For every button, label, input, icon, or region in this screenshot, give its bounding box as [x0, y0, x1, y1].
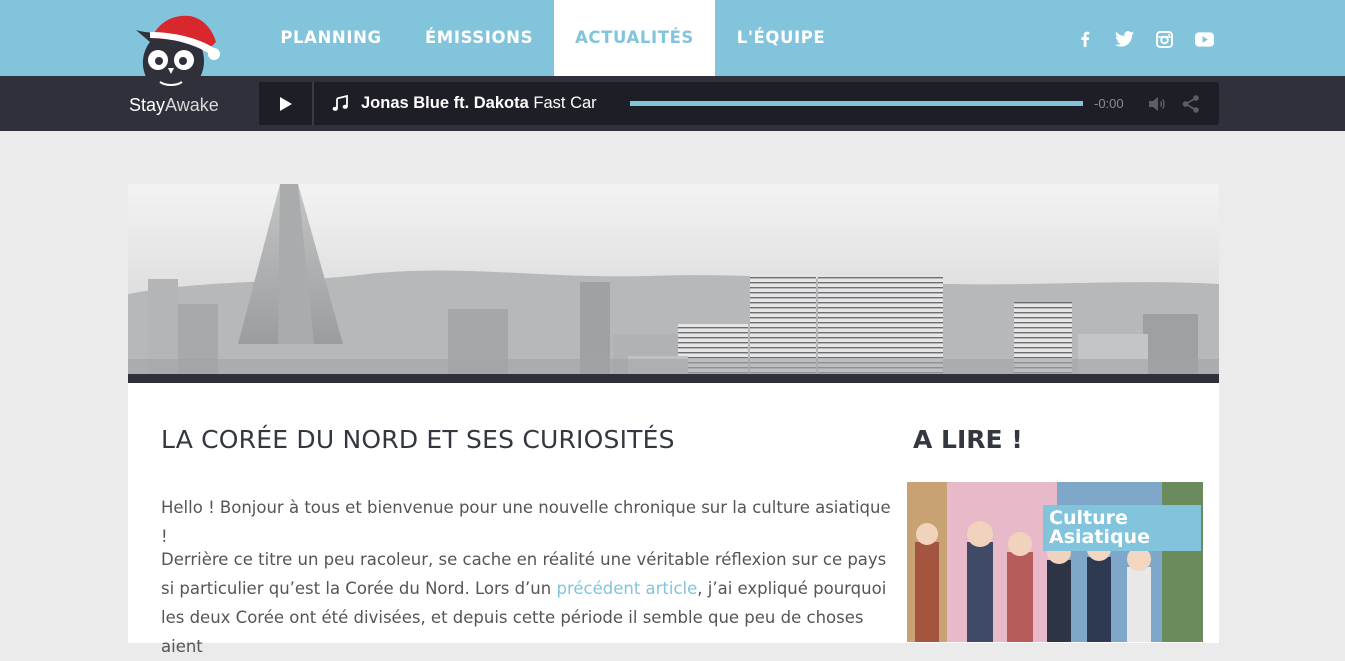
logo-awake: Awake	[165, 95, 219, 115]
skyline-illustration	[128, 184, 1219, 374]
now-playing: Jonas Blue ft. Dakota Fast Car	[332, 82, 597, 125]
nav-planning-label: PLANNING	[280, 28, 382, 47]
nav-actualites-label: ACTUALITÉS	[575, 28, 694, 47]
sidebar-card-label: Culture Asiatique	[1043, 505, 1201, 551]
nav-equipe-label: L'ÉQUIPE	[736, 28, 826, 47]
track-artist: Jonas Blue ft. Dakota	[361, 94, 529, 112]
nav-planning[interactable]: PLANNING	[264, 0, 398, 76]
article-paragraph-2: Derrière ce titre un peu racoleur, se ca…	[161, 545, 891, 661]
track-title: Fast Car	[533, 94, 597, 112]
owl-mascot-icon	[136, 15, 220, 89]
instagram-icon[interactable]	[1153, 29, 1175, 49]
track-progress-fill	[630, 101, 1083, 106]
facebook-icon[interactable]	[1074, 29, 1096, 49]
banner-divider	[128, 374, 1219, 383]
article-title: LA CORÉE DU NORD ET SES CURIOSITÉS	[161, 425, 675, 454]
play-icon	[279, 96, 292, 111]
article-banner-image	[128, 184, 1219, 374]
track-time: -0:00	[1094, 96, 1124, 111]
music-note-icon	[332, 95, 348, 111]
volume-icon[interactable]	[1147, 94, 1167, 114]
youtube-icon[interactable]	[1193, 29, 1215, 49]
previous-article-link[interactable]: précédent article	[556, 579, 697, 598]
nav-emissions-label: ÉMISSIONS	[424, 28, 534, 47]
twitter-icon[interactable]	[1113, 29, 1135, 49]
nav-actualites[interactable]: ACTUALITÉS	[554, 0, 715, 76]
logo-wordmark: StayAwake	[129, 95, 219, 116]
play-button[interactable]	[259, 82, 314, 125]
track-progress-bar[interactable]	[630, 101, 1083, 106]
logo-stay: Stay	[129, 95, 166, 115]
nav-equipe[interactable]: L'ÉQUIPE	[722, 0, 840, 76]
sidebar-title: A LIRE !	[913, 425, 1023, 454]
share-icon[interactable]	[1181, 94, 1201, 114]
nav-emissions[interactable]: ÉMISSIONS	[410, 0, 548, 76]
article-paragraph-1: Hello ! Bonjour à tous et bienvenue pour…	[161, 498, 891, 546]
